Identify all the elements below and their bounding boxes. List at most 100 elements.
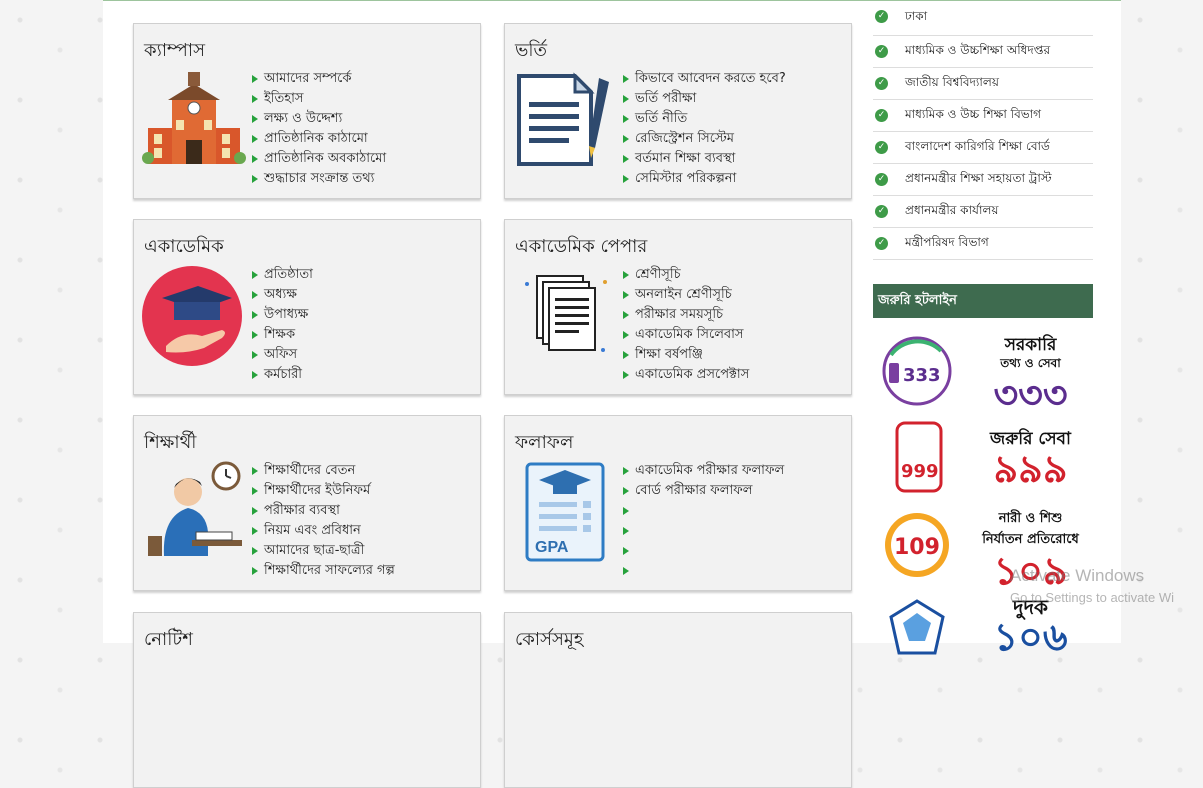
check-icon: ✓ [875, 141, 888, 154]
page-container: ক্যাম্পাস আমাদের সম্পর্কে ইতিহাস লক্ষ্য … [103, 0, 1121, 788]
sidebar-link-label: মন্ত্রীপরিষদ বিভাগ [905, 235, 989, 249]
hotline-number: ১০৬ [993, 615, 1068, 659]
link-item[interactable]: প্রাতিষ্ঠানিক কাঠামো [252, 129, 386, 149]
card-results: ফলাফল GPA একাডেমিক পরীক্ষার ফলাফল বোর্ড … [504, 415, 852, 591]
link-item[interactable]: শিক্ষার্থীদের সাফল্যের গল্প [252, 561, 395, 581]
sidebar-link-item[interactable]: ✓ বাংলাদেশ কারিগরি শিক্ষা বোর্ড [873, 132, 1093, 164]
hotline-title: জরুরি সেবা [990, 429, 1071, 449]
link-item[interactable]: শুদ্ধাচার সংক্রান্ত তথ্য [252, 169, 386, 189]
card-title: ভর্তি [515, 40, 548, 61]
link-item[interactable]: লক্ষ্য ও উদ্দেশ্য [252, 109, 386, 129]
hotline-109-logo-icon: 109 [885, 513, 949, 577]
link-item[interactable]: রেজিস্ট্রেশন সিস্টেম [623, 129, 786, 149]
sidebar-link-item[interactable]: ✓ ঢাকা [873, 1, 1093, 36]
card-title: ক্যাম্পাস [144, 40, 205, 61]
link-item[interactable]: কিভাবে আবেদন করতে হবে? [623, 69, 786, 89]
link-item[interactable]: পরীক্ষার সময়সূচি [623, 305, 749, 325]
card-academic-paper: একাডেমিক পেপার শ্রেণীসূচি অনলাইন শ্রেণীস… [504, 219, 852, 395]
graduation-hand-icon [142, 266, 242, 366]
link-item[interactable]: বর্তমান শিক্ষা ব্যবস্থা [623, 149, 786, 169]
hotline-logo-number: 999 [901, 461, 939, 482]
check-icon: ✓ [875, 10, 888, 23]
link-item[interactable]: পরীক্ষার ব্যবস্থা [252, 501, 395, 521]
link-item[interactable]: আমাদের ছাত্র-ছাত্রী [252, 541, 395, 561]
link-item[interactable] [623, 521, 784, 541]
hotline-logo-number: 333 [903, 365, 941, 386]
link-item[interactable]: শ্রেণীসূচি [623, 265, 749, 285]
card-academic: একাডেমিক প্রতিষ্ঠাতা অধ্যক্ষ উপাধ্যক্ষ শ… [133, 219, 481, 395]
hotline-header: জরুরি হটলাইন [873, 284, 1093, 318]
windows-activation-hint: Go to Settings to activate Wi [1010, 590, 1175, 605]
link-item[interactable]: একাডেমিক পরীক্ষার ফলাফল [623, 461, 784, 481]
sidebar-link-label: ঢাকা [905, 9, 928, 23]
hotline-text: জরুরি সেবা ৯৯৯ [973, 421, 1088, 489]
sidebar-link-item[interactable]: ✓ মাধ্যমিক ও উচ্চ শিক্ষা বিভাগ [873, 100, 1093, 132]
sidebar-link-item[interactable]: ✓ প্রধানমন্ত্রীর শিক্ষা সহায়তা ট্রাস্ট [873, 164, 1093, 196]
check-icon: ✓ [875, 173, 888, 186]
hotline-number: ৩৩৩ [993, 373, 1068, 417]
link-item[interactable]: বোর্ড পরীক্ষার ফলাফল [623, 481, 784, 501]
hotline-333-logo-icon: 333 [882, 336, 952, 406]
sidebar-link-label: প্রধানমন্ত্রীর কার্যালয় [905, 203, 999, 217]
link-item[interactable]: শিক্ষার্থীদের বেতন [252, 461, 395, 481]
link-item[interactable]: একাডেমিক প্রসপেক্টাস [623, 365, 749, 385]
students-links: শিক্ষার্থীদের বেতন শিক্ষার্থীদের ইউনিফর্… [252, 461, 395, 581]
card-notice: নোটিশ [133, 612, 481, 788]
hotline-logo-number: 109 [894, 535, 940, 560]
hotline-106[interactable]: দুদক ১০৬ [873, 597, 1093, 677]
sidebar-link-item[interactable]: ✓ মন্ত্রীপরিষদ বিভাগ [873, 228, 1093, 260]
check-icon: ✓ [875, 237, 888, 250]
card-campus: ক্যাম্পাস আমাদের সম্পর্কে ইতিহাস লক্ষ্য … [133, 23, 481, 199]
sidebar-link-item[interactable]: ✓ প্রধানমন্ত্রীর কার্যালয় [873, 196, 1093, 228]
card-title: একাডেমিক পেপার [515, 236, 648, 257]
sidebar-link-label: বাংলাদেশ কারিগরি শিক্ষা বোর্ড [905, 139, 1050, 153]
link-item[interactable]: ইতিহাস [252, 89, 386, 109]
link-item[interactable]: উপাধ্যক্ষ [252, 305, 313, 325]
sidebar-link-label: প্রধানমন্ত্রীর শিক্ষা সহায়তা ট্রাস্ট [905, 171, 1052, 185]
link-item[interactable]: অফিস [252, 345, 313, 365]
link-item[interactable] [623, 561, 784, 581]
campus-building-icon [142, 72, 246, 164]
important-links-list: ✓ ঢাকা ✓ মাধ্যমিক ও উচ্চশিক্ষা অধিদপ্তর … [873, 1, 1093, 260]
papers-stack-icon [525, 275, 607, 352]
hotline-text: দুদক ১০৬ [973, 597, 1088, 657]
card-title: ফলাফল [515, 432, 574, 453]
link-item[interactable]: কর্মচারী [252, 365, 313, 385]
link-item[interactable]: শিক্ষার্থীদের ইউনিফর্ম [252, 481, 395, 501]
card-students: শিক্ষার্থী শিক্ষার্থীদের বেতন শিক্ষার্থী… [133, 415, 481, 591]
link-item[interactable]: অধ্যক্ষ [252, 285, 313, 305]
link-item[interactable]: অনলাইন শ্রেণীসূচি [623, 285, 749, 305]
gpa-report-icon: GPA [525, 462, 605, 562]
card-courses: কোর্সসমূহ [504, 612, 852, 788]
campus-links: আমাদের সম্পর্কে ইতিহাস লক্ষ্য ও উদ্দেশ্য… [252, 69, 386, 189]
hotline-subtitle: তথ্য ও সেবা [1000, 356, 1061, 370]
link-item[interactable]: প্রতিষ্ঠাতা [252, 265, 313, 285]
sidebar-link-item[interactable]: ✓ মাধ্যমিক ও উচ্চশিক্ষা অধিদপ্তর [873, 36, 1093, 68]
document-pen-icon [517, 72, 609, 166]
hotline-subtitle: নির্যাতন প্রতিরোধে [982, 532, 1079, 547]
link-item[interactable] [623, 541, 784, 561]
link-item[interactable]: নিয়ম এবং প্রবিধান [252, 521, 395, 541]
link-item[interactable]: ভর্তি নীতি [623, 109, 786, 129]
sidebar-link-label: মাধ্যমিক ও উচ্চ শিক্ষা বিভাগ [905, 107, 1042, 121]
sidebar-link-label: মাধ্যমিক ও উচ্চশিক্ষা অধিদপ্তর [905, 43, 1051, 57]
check-icon: ✓ [875, 45, 888, 58]
link-item[interactable]: প্রাতিষ্ঠানিক অবকাঠামো [252, 149, 386, 169]
link-item[interactable]: শিক্ষা বর্ষপঞ্জি [623, 345, 749, 365]
gpa-label: GPA [535, 539, 569, 556]
hotline-333[interactable]: 333 সরকারি তথ্য ও সেবা ৩৩৩ [873, 335, 1093, 415]
hotline-999[interactable]: 999 জরুরি সেবা ৯৯৯ [873, 421, 1093, 501]
sidebar-link-item[interactable]: ✓ জাতীয় বিশ্ববিদ্যালয় [873, 68, 1093, 100]
link-item[interactable]: শিক্ষক [252, 325, 313, 345]
link-item[interactable]: সেমিস্টার পরিকল্পনা [623, 169, 786, 189]
link-item[interactable]: একাডেমিক সিলেবাস [623, 325, 749, 345]
hotline-999-logo-icon: 999 [895, 421, 943, 493]
academic-paper-links: শ্রেণীসূচি অনলাইন শ্রেণীসূচি পরীক্ষার সম… [623, 265, 749, 385]
link-item[interactable]: ভর্তি পরীক্ষা [623, 89, 786, 109]
link-item[interactable]: আমাদের সম্পর্কে [252, 69, 386, 89]
card-title: নোটিশ [144, 629, 193, 650]
link-item[interactable] [623, 501, 784, 521]
card-title: একাডেমিক [144, 236, 224, 257]
hotline-title: নারী ও শিশু [998, 511, 1063, 526]
admission-links: কিভাবে আবেদন করতে হবে? ভর্তি পরীক্ষা ভর্… [623, 69, 786, 189]
